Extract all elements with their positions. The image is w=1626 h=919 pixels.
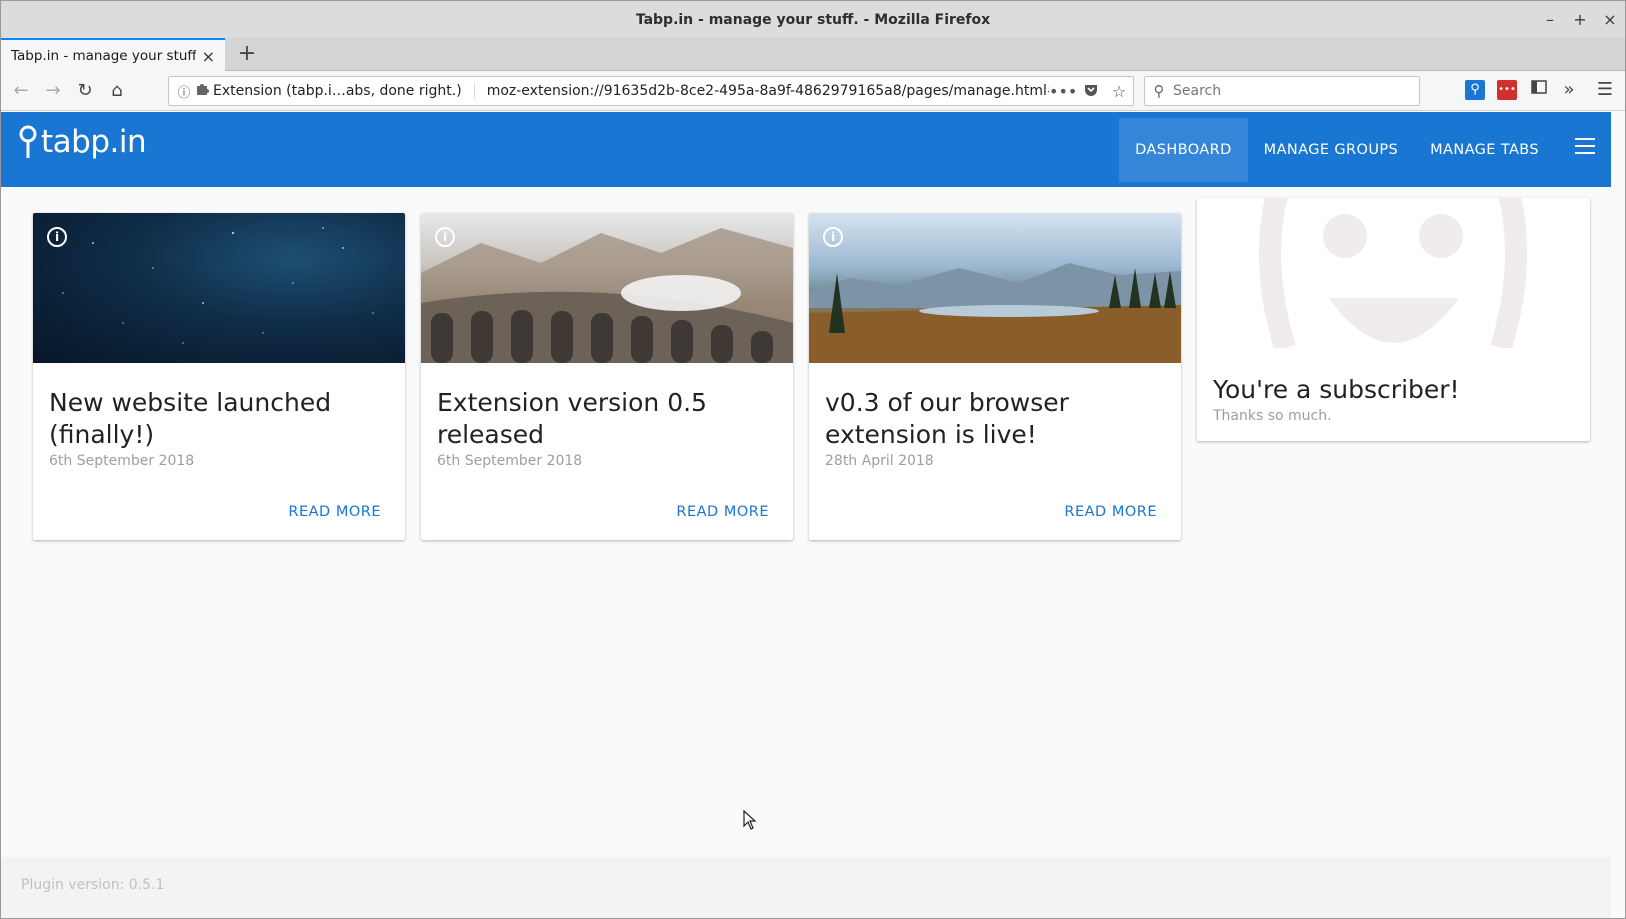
tab-strip: Tabp.in - manage your stuff. × + xyxy=(1,38,1625,72)
read-more-link[interactable]: READ MORE xyxy=(1064,504,1157,520)
tab-title: Tabp.in - manage your stuff. xyxy=(11,48,196,64)
search-icon: ⚲ xyxy=(1153,82,1165,100)
search-placeholder: Search xyxy=(1173,83,1222,99)
read-more-link[interactable]: READ MORE xyxy=(676,504,769,520)
url-bar[interactable]: ⓘ Extension (tabp.i…abs, done right.) mo… xyxy=(168,76,1134,106)
firefox-window: Tabp.in - manage your stuff. - Mozilla F… xyxy=(0,0,1626,919)
site-info-icon[interactable]: ⓘ xyxy=(173,82,195,101)
url-text[interactable]: moz-extension://91635d2b-8ce2-495a-8a9f-… xyxy=(475,83,1049,99)
mouse-cursor-icon xyxy=(743,810,757,830)
identity-label[interactable]: Extension (tabp.i…abs, done right.) xyxy=(213,83,475,99)
subscriber-text: Thanks so much. xyxy=(1213,408,1332,424)
menu-icon[interactable]: ☰ xyxy=(1595,80,1615,100)
nav-manage-tabs[interactable]: MANAGE TABS xyxy=(1414,118,1555,182)
news-card: i v0.3 of our browser extension is live!… xyxy=(809,213,1181,540)
dashboard-content: i New website launched (finally!) 6th Se… xyxy=(1,187,1611,857)
smiley-face-icon xyxy=(1259,198,1527,348)
home-button[interactable]: ⌂ xyxy=(103,77,131,105)
tab-close-icon[interactable]: × xyxy=(202,47,215,66)
overflow-icon[interactable]: » xyxy=(1559,80,1579,100)
bookmark-star-icon[interactable]: ☆ xyxy=(1105,82,1133,101)
logo-text: tabp.in xyxy=(41,124,147,160)
nav-manage-groups[interactable]: MANAGE GROUPS xyxy=(1248,118,1414,182)
plugin-version: Plugin version: 0.5.1 xyxy=(21,877,165,893)
image-info-icon[interactable]: i xyxy=(47,227,67,247)
card-title: Extension version 0.5 released xyxy=(437,388,707,449)
image-info-icon[interactable]: i xyxy=(823,227,843,247)
pocket-icon[interactable] xyxy=(1077,82,1105,101)
new-tab-button[interactable]: + xyxy=(233,41,261,69)
card-date: 6th September 2018 xyxy=(49,453,195,469)
tabpin-logo[interactable]: tabp.in xyxy=(17,124,147,160)
read-more-link[interactable]: READ MORE xyxy=(288,504,381,520)
image-info-icon[interactable]: i xyxy=(435,227,455,247)
subscriber-title: You're a subscriber! xyxy=(1213,375,1460,404)
forward-button[interactable]: → xyxy=(39,77,67,105)
reload-button[interactable]: ↻ xyxy=(71,77,99,105)
extension-puzzle-icon xyxy=(195,82,213,100)
subscriber-card: You're a subscriber! Thanks so much. xyxy=(1197,198,1590,441)
starry-sky-image: i xyxy=(33,213,405,363)
card-title: v0.3 of our browser extension is live! xyxy=(825,388,1069,449)
hamburger-menu-icon[interactable] xyxy=(1575,138,1595,159)
app-nav: DASHBOARD MANAGE GROUPS MANAGE TABS xyxy=(1119,118,1555,182)
close-window-button[interactable]: × xyxy=(1595,10,1625,29)
news-card: i New website launched (finally!) 6th Se… xyxy=(33,213,405,540)
page-actions-icon[interactable]: ••• xyxy=(1049,82,1077,101)
search-bar[interactable]: ⚲ Search xyxy=(1144,76,1420,106)
browser-tab[interactable]: Tabp.in - manage your stuff. × xyxy=(1,38,225,72)
minimize-button[interactable]: – xyxy=(1535,10,1565,29)
window-controls: – + × xyxy=(1535,1,1625,38)
mountain-lake-image: i xyxy=(809,213,1181,363)
card-title: New website launched (finally!) xyxy=(49,388,332,449)
navigation-toolbar: ← → ↻ ⌂ ⓘ Extension (tabp.i…abs, done ri… xyxy=(1,71,1625,111)
password-extension-icon[interactable]: ••• xyxy=(1497,80,1517,100)
news-card: i Extension version 0.5 released 6th Sep… xyxy=(421,213,793,540)
sidebar-icon[interactable] xyxy=(1529,80,1549,100)
app-header: tabp.in DASHBOARD MANAGE GROUPS MANAGE T… xyxy=(1,112,1611,187)
tabpin-extension-icon[interactable]: ⚲ xyxy=(1465,80,1485,100)
footer: Plugin version: 0.5.1 xyxy=(1,857,1611,918)
card-date: 28th April 2018 xyxy=(825,453,934,469)
train-viaduct-image: i xyxy=(421,213,793,363)
card-date: 6th September 2018 xyxy=(437,453,583,469)
back-button[interactable]: ← xyxy=(7,77,35,105)
nav-dashboard[interactable]: DASHBOARD xyxy=(1119,118,1248,182)
window-title: Tabp.in - manage your stuff. - Mozilla F… xyxy=(635,11,991,28)
pin-icon xyxy=(19,125,37,158)
maximize-button[interactable]: + xyxy=(1565,10,1595,29)
title-bar: Tabp.in - manage your stuff. - Mozilla F… xyxy=(1,1,1625,38)
